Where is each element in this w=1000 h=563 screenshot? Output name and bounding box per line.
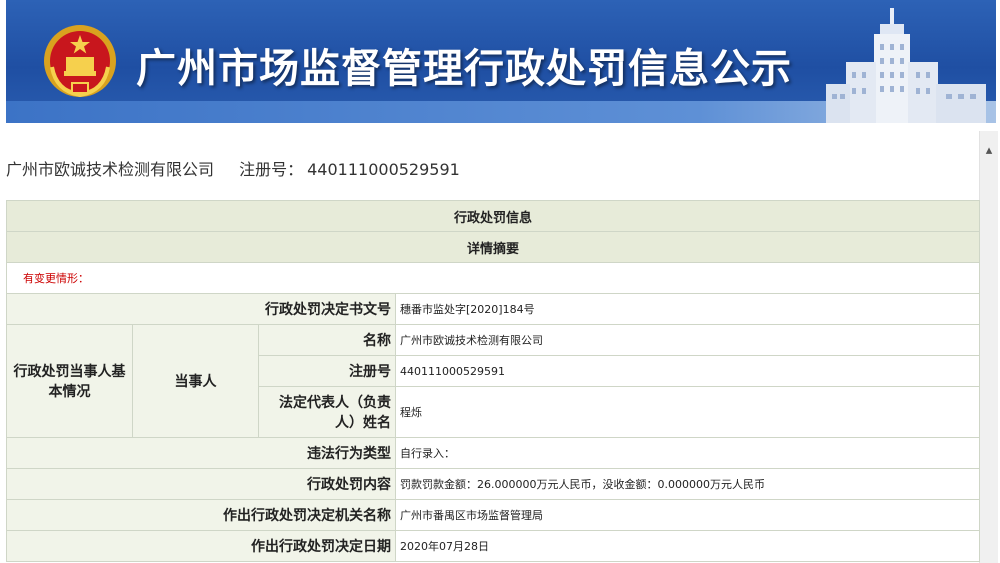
registration-number: 440111000529591 [307, 160, 460, 179]
party-group-label: 行政处罚当事人基本情况 [6, 324, 133, 438]
section-title: 行政处罚信息 [5, 200, 981, 232]
header-banner: 广州市场监督管理行政处罚信息公示 [6, 0, 996, 123]
penalty-info-table: 行政处罚信息 详情摘要 有变更情形： 行政处罚决定书文号 穗番市监处字[2020… [5, 200, 981, 562]
government-building-icon [826, 8, 986, 123]
decision-date-value: 2020年07月28日 [394, 530, 981, 562]
summary-title: 详情摘要 [5, 231, 981, 263]
authority-label: 作出行政处罚决定机关名称 [6, 499, 396, 531]
doc-number-value: 穗番市监处字[2020]184号 [394, 293, 981, 325]
authority-value: 广州市番禺区市场监督管理局 [394, 499, 981, 531]
decision-date-label: 作出行政处罚决定日期 [6, 530, 396, 562]
company-name: 广州市欧诚技术检测有限公司 [6, 160, 215, 179]
reg-value: 440111000529591 [394, 355, 981, 387]
page-title: 广州市场监督管理行政处罚信息公示 [136, 46, 792, 92]
violation-type-value: 自行录入： [394, 437, 981, 469]
reg-label: 注册号 [258, 355, 396, 387]
registration-label: 注册号： [239, 160, 304, 179]
party-label: 当事人 [132, 324, 259, 438]
penalty-content-label: 行政处罚内容 [6, 468, 396, 500]
change-note: 有变更情形： [5, 262, 981, 294]
violation-type-label: 违法行为类型 [6, 437, 396, 469]
doc-number-label: 行政处罚决定书文号 [6, 293, 396, 325]
name-label: 名称 [258, 324, 396, 356]
legal-rep-label: 法定代表人（负责人）姓名 [258, 386, 396, 438]
vertical-scrollbar[interactable]: ▴ [979, 131, 998, 563]
company-summary: 广州市欧诚技术检测有限公司 注册号： 440111000529591 [6, 156, 480, 180]
chevron-up-icon[interactable]: ▴ [980, 143, 998, 161]
penalty-content-value: 罚款罚款金额：26.000000万元人民币，没收金额：0.000000万元人民币 [394, 468, 981, 500]
legal-rep-value: 程烁 [394, 386, 981, 438]
name-value: 广州市欧诚技术检测有限公司 [394, 324, 981, 356]
national-emblem-icon [44, 25, 116, 98]
